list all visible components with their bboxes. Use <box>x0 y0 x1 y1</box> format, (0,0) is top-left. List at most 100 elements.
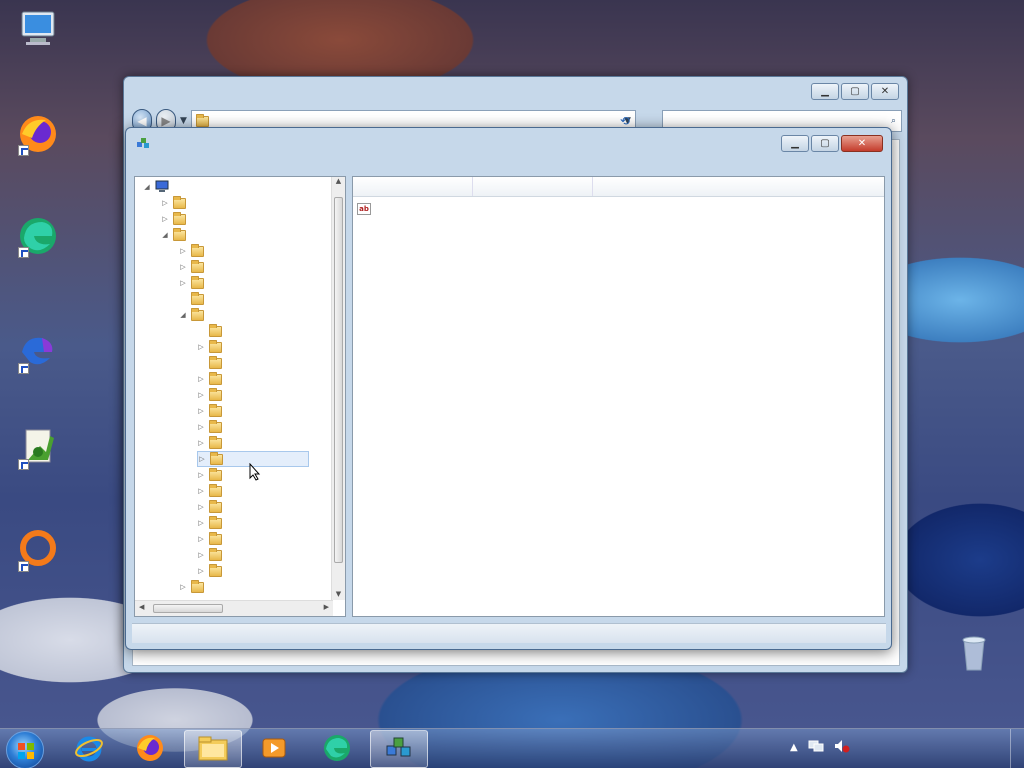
status-bar <box>132 623 886 643</box>
desktop-icon-edge[interactable] <box>4 214 72 272</box>
taskbar-regedit[interactable] <box>370 730 428 768</box>
tree-node[interactable]: ◢ <box>161 227 190 243</box>
folder-icon <box>209 515 222 529</box>
expand-icon[interactable]: ▷ <box>179 247 187 255</box>
expand-icon[interactable]: ▷ <box>197 535 205 543</box>
tree-node[interactable]: ▷ <box>197 467 226 483</box>
network-icon[interactable] <box>808 739 824 756</box>
expand-icon[interactable]: ▷ <box>179 263 187 271</box>
expand-icon[interactable]: ▷ <box>179 279 187 287</box>
desktop-icon-recycle-bin[interactable] <box>940 630 1008 688</box>
minimize-button[interactable]: ▁ <box>781 135 809 152</box>
close-button[interactable]: ✕ <box>841 135 883 152</box>
tree-node[interactable]: ▷ <box>161 211 190 227</box>
scroll-up-icon[interactable]: ▲ <box>332 177 345 189</box>
minimize-button[interactable]: ▁ <box>811 83 839 100</box>
taskbar-firefox[interactable] <box>121 730 179 768</box>
tree-node[interactable]: ▷ <box>197 371 226 387</box>
registry-values-pane[interactable]: ab <box>352 176 885 617</box>
scroll-thumb[interactable] <box>334 197 343 563</box>
media-player-icon <box>259 733 289 766</box>
collapse-icon[interactable]: ◢ <box>161 231 169 239</box>
tree-node[interactable]: ▷ <box>197 515 226 531</box>
desktop-icon-label <box>4 54 72 66</box>
taskbar-clock[interactable] <box>882 733 982 763</box>
tree-vertical-scrollbar[interactable]: ▲ ▼ <box>331 177 345 600</box>
tree-node[interactable]: ▷ <box>197 531 226 547</box>
tree-node[interactable] <box>179 291 208 307</box>
desktop-icon-origin[interactable] <box>4 528 72 586</box>
shortcut-arrow-icon <box>18 247 29 258</box>
column-header-type[interactable] <box>473 177 593 196</box>
mouse-cursor-icon <box>249 462 261 484</box>
expand-icon[interactable]: ▷ <box>161 199 169 207</box>
maximize-button[interactable]: ▢ <box>811 135 839 152</box>
firefox-icon <box>135 733 165 766</box>
expand-icon[interactable]: ▷ <box>197 439 205 447</box>
folder-icon <box>209 547 222 561</box>
tree-node[interactable]: ▷ <box>197 483 226 499</box>
desktop-icon-notepad[interactable] <box>4 426 72 484</box>
taskbar-ie[interactable] <box>60 730 118 768</box>
tree-node[interactable]: ▷ <box>197 419 226 435</box>
tree-node[interactable]: ▷ <box>197 387 226 403</box>
desktop-icon-edge-beta[interactable] <box>4 330 72 388</box>
expand-icon[interactable]: ▷ <box>197 551 205 559</box>
taskbar-explorer[interactable] <box>184 730 242 768</box>
column-header-name[interactable] <box>353 177 473 196</box>
expand-icon[interactable]: ▷ <box>179 583 187 591</box>
start-button[interactable] <box>6 731 44 768</box>
tree-node[interactable]: ▷ <box>161 195 190 211</box>
expand-icon[interactable]: ▷ <box>197 391 205 399</box>
scroll-right-icon[interactable]: ▶ <box>324 603 329 611</box>
show-hidden-icons-icon[interactable]: ▲ <box>790 742 798 753</box>
tree-node[interactable]: ▷ <box>179 259 208 275</box>
expand-icon[interactable]: ▷ <box>161 215 169 223</box>
tree-node[interactable]: ▷ <box>179 579 208 595</box>
maximize-button[interactable]: ▢ <box>841 83 869 100</box>
tree-root[interactable]: ◢ <box>143 179 173 195</box>
registry-tree-pane[interactable]: ◢ ▷ ▷ ◢ ▷ ▷ ▷ ◢ ▷ ▷ ▷ ▷ ▷ ▷ ▷ ▷ ▷ ▷ ▷ ▷ … <box>134 176 346 617</box>
tree-node[interactable]: ▷ <box>179 243 208 259</box>
tree-node[interactable]: ▷ <box>179 275 208 291</box>
show-desktop-button[interactable] <box>1010 729 1024 768</box>
tree-horizontal-scrollbar[interactable]: ◀ ▶ <box>135 600 333 616</box>
value-row[interactable]: ab <box>357 201 597 217</box>
tree-node[interactable]: ▷ <box>197 435 226 451</box>
tree-node[interactable]: ◢ <box>179 307 208 323</box>
expand-icon[interactable]: ▷ <box>197 487 205 495</box>
expand-icon[interactable]: ▷ <box>197 343 205 351</box>
expand-icon[interactable]: ▷ <box>198 455 206 463</box>
close-button[interactable]: ✕ <box>871 83 899 100</box>
tree-node[interactable] <box>197 355 226 371</box>
collapse-icon[interactable]: ◢ <box>143 183 151 191</box>
expand-icon[interactable]: ▷ <box>197 471 205 479</box>
registry-editor-window[interactable]: ▁ ▢ ✕ ◢ ▷ ▷ ◢ ▷ ▷ ▷ ◢ ▷ ▷ ▷ ▷ ▷ ▷ ▷ ▷ ▷ … <box>125 127 892 650</box>
collapse-icon[interactable]: ◢ <box>179 311 187 319</box>
expand-icon[interactable]: ▷ <box>197 567 205 575</box>
folder-icon <box>191 307 204 321</box>
taskbar-media-player[interactable] <box>245 730 303 768</box>
tree-node[interactable]: ▷ <box>197 499 226 515</box>
taskbar-edge[interactable] <box>308 730 366 768</box>
expand-icon[interactable]: ▷ <box>197 503 205 511</box>
tree-node[interactable]: ▷ <box>197 563 226 579</box>
scroll-thumb[interactable] <box>153 604 223 613</box>
refresh-icon[interactable]: ⟲ <box>620 114 630 128</box>
expand-icon[interactable]: ▷ <box>197 375 205 383</box>
expand-icon[interactable]: ▷ <box>197 407 205 415</box>
volume-muted-icon[interactable] <box>834 739 850 756</box>
tree-node[interactable]: ▷ <box>197 403 226 419</box>
scroll-down-icon[interactable]: ▼ <box>332 590 345 598</box>
desktop-icon-computer[interactable] <box>4 8 72 66</box>
desktop-icon-firefox[interactable] <box>4 112 72 170</box>
firefox-icon <box>16 112 60 156</box>
scroll-left-icon[interactable]: ◀ <box>139 603 144 611</box>
expand-icon[interactable]: ▷ <box>197 519 205 527</box>
expand-icon[interactable]: ▷ <box>197 423 205 431</box>
recent-pages-dropdown-icon[interactable]: ▼ <box>180 116 187 126</box>
tree-node[interactable]: ▷ <box>197 547 226 563</box>
column-header-data[interactable] <box>593 177 884 196</box>
tree-node[interactable] <box>197 323 226 339</box>
tree-node[interactable]: ▷ <box>197 339 226 355</box>
